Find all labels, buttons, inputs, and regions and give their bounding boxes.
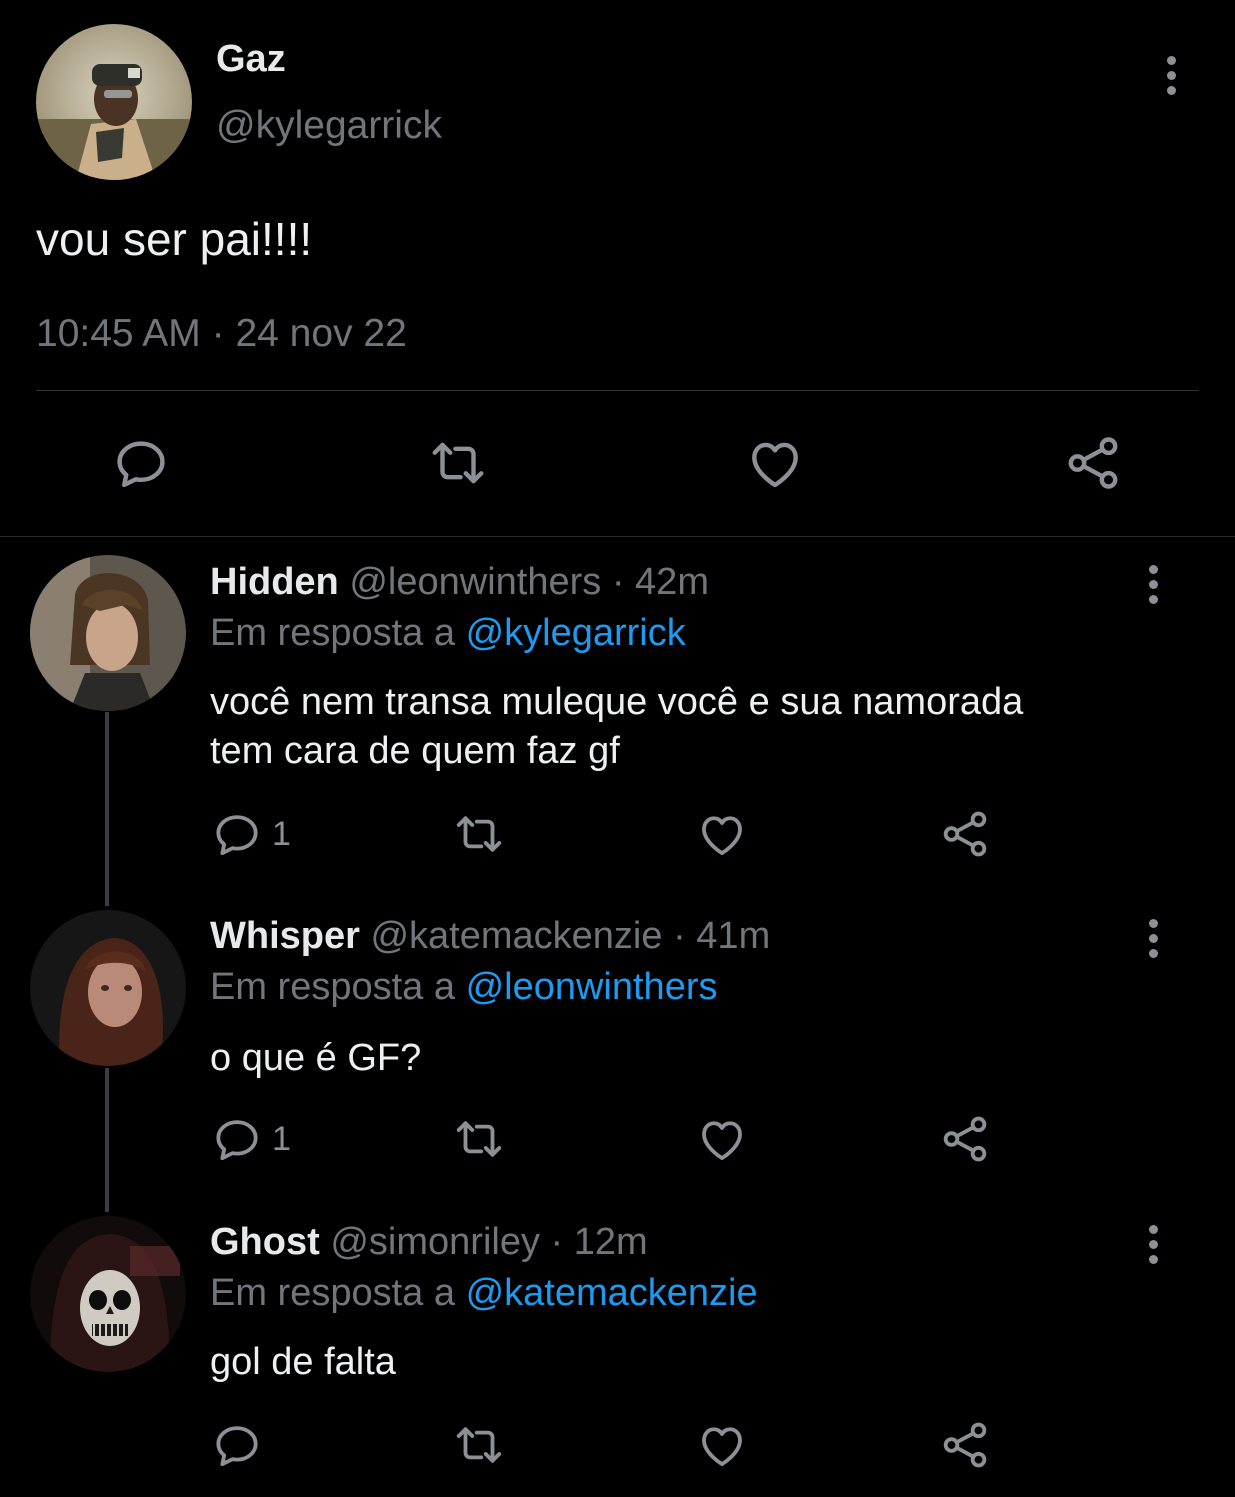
separator-dot: · bbox=[211, 312, 225, 355]
like-icon[interactable] bbox=[695, 807, 749, 861]
more-icon[interactable] bbox=[1165, 56, 1177, 95]
share-icon[interactable] bbox=[938, 1112, 992, 1166]
tweet-date: 24 nov 22 bbox=[235, 312, 407, 355]
avatar-gaz-image bbox=[36, 24, 192, 180]
reply-text: o que é GF? bbox=[210, 1034, 421, 1083]
author-handle[interactable]: @katemackenzie bbox=[370, 915, 662, 957]
reply-age: 41m bbox=[696, 915, 771, 957]
more-icon[interactable] bbox=[1147, 919, 1159, 958]
author-handle[interactable]: @simonriley bbox=[330, 1221, 540, 1263]
author-name[interactable]: Whisper bbox=[210, 915, 360, 957]
author-name[interactable]: Ghost bbox=[210, 1221, 320, 1263]
avatar-whisper-image bbox=[30, 910, 186, 1066]
more-icon[interactable] bbox=[1147, 1225, 1159, 1264]
share-icon[interactable] bbox=[938, 807, 992, 861]
replying-to-link[interactable]: @leonwinthers bbox=[466, 966, 718, 1008]
reply-header: Whisper @katemackenzie · 41m bbox=[210, 915, 770, 958]
replying-to: Em resposta a @leonwinthers bbox=[210, 966, 717, 1009]
author-name[interactable]: Gaz bbox=[216, 38, 286, 81]
reply-text: gol de falta bbox=[210, 1338, 396, 1387]
reply-header: Ghost @simonriley · 12m bbox=[210, 1221, 648, 1264]
thread-line bbox=[105, 1068, 109, 1212]
replying-to-prefix: Em resposta a bbox=[210, 966, 455, 1008]
reply-text-line: tem cara de quem faz gf bbox=[210, 730, 620, 772]
reply-icon[interactable] bbox=[110, 432, 172, 494]
replying-to-prefix: Em resposta a bbox=[210, 1272, 455, 1314]
separator-dot: · bbox=[550, 1221, 564, 1263]
retweet-icon[interactable] bbox=[452, 1112, 506, 1166]
retweet-icon[interactable] bbox=[452, 1418, 506, 1472]
thread-line bbox=[105, 712, 109, 906]
reply-count: 1 bbox=[272, 815, 291, 853]
section-divider bbox=[0, 536, 1235, 537]
reply-age: 12m bbox=[573, 1221, 648, 1263]
separator-dot: · bbox=[611, 561, 625, 603]
author-handle[interactable]: @kylegarrick bbox=[216, 104, 442, 148]
reply-text-line: você nem transa muleque você e sua namor… bbox=[210, 681, 1024, 723]
share-icon[interactable] bbox=[1062, 432, 1124, 494]
divider bbox=[36, 390, 1199, 391]
tweet-text: vou ser pai!!!! bbox=[36, 213, 313, 265]
more-icon[interactable] bbox=[1147, 565, 1159, 604]
reply-age: 42m bbox=[635, 561, 709, 603]
like-icon[interactable] bbox=[695, 1112, 749, 1166]
author-handle[interactable]: @leonwinthers bbox=[349, 561, 601, 603]
reply-header: Hidden @leonwinthers · 42m bbox=[210, 561, 709, 604]
retweet-icon[interactable] bbox=[452, 807, 506, 861]
replying-to-link[interactable]: @kylegarrick bbox=[466, 612, 686, 654]
tweet-time: 10:45 AM bbox=[36, 312, 201, 355]
reply-text-line: o que é GF? bbox=[210, 1037, 422, 1079]
reply-text-line: gol de falta bbox=[210, 1341, 396, 1383]
tweet-timestamp: 10:45 AM · 24 nov 22 bbox=[36, 312, 407, 356]
reply-icon[interactable] bbox=[210, 1112, 264, 1166]
reply-icon[interactable] bbox=[210, 807, 264, 861]
separator-dot: · bbox=[673, 915, 686, 957]
like-icon[interactable] bbox=[744, 432, 806, 494]
reply-text: você nem transa muleque você e sua namor… bbox=[210, 678, 1023, 776]
avatar-gaz[interactable] bbox=[36, 24, 192, 180]
avatar-whisper[interactable] bbox=[30, 910, 186, 1066]
reply-icon[interactable] bbox=[210, 1418, 264, 1472]
avatar-hidden-image bbox=[30, 555, 186, 711]
like-icon[interactable] bbox=[695, 1418, 749, 1472]
replying-to-prefix: Em resposta a bbox=[210, 612, 455, 654]
retweet-icon[interactable] bbox=[427, 432, 489, 494]
avatar-hidden[interactable] bbox=[30, 555, 186, 711]
replying-to: Em resposta a @kylegarrick bbox=[210, 612, 686, 655]
reply-count: 1 bbox=[272, 1120, 291, 1158]
share-icon[interactable] bbox=[938, 1418, 992, 1472]
avatar-ghost[interactable] bbox=[30, 1216, 186, 1372]
author-name[interactable]: Hidden bbox=[210, 561, 339, 603]
avatar-ghost-image bbox=[30, 1216, 186, 1372]
replying-to-link[interactable]: @katemackenzie bbox=[466, 1272, 758, 1314]
replying-to: Em resposta a @katemackenzie bbox=[210, 1272, 758, 1315]
